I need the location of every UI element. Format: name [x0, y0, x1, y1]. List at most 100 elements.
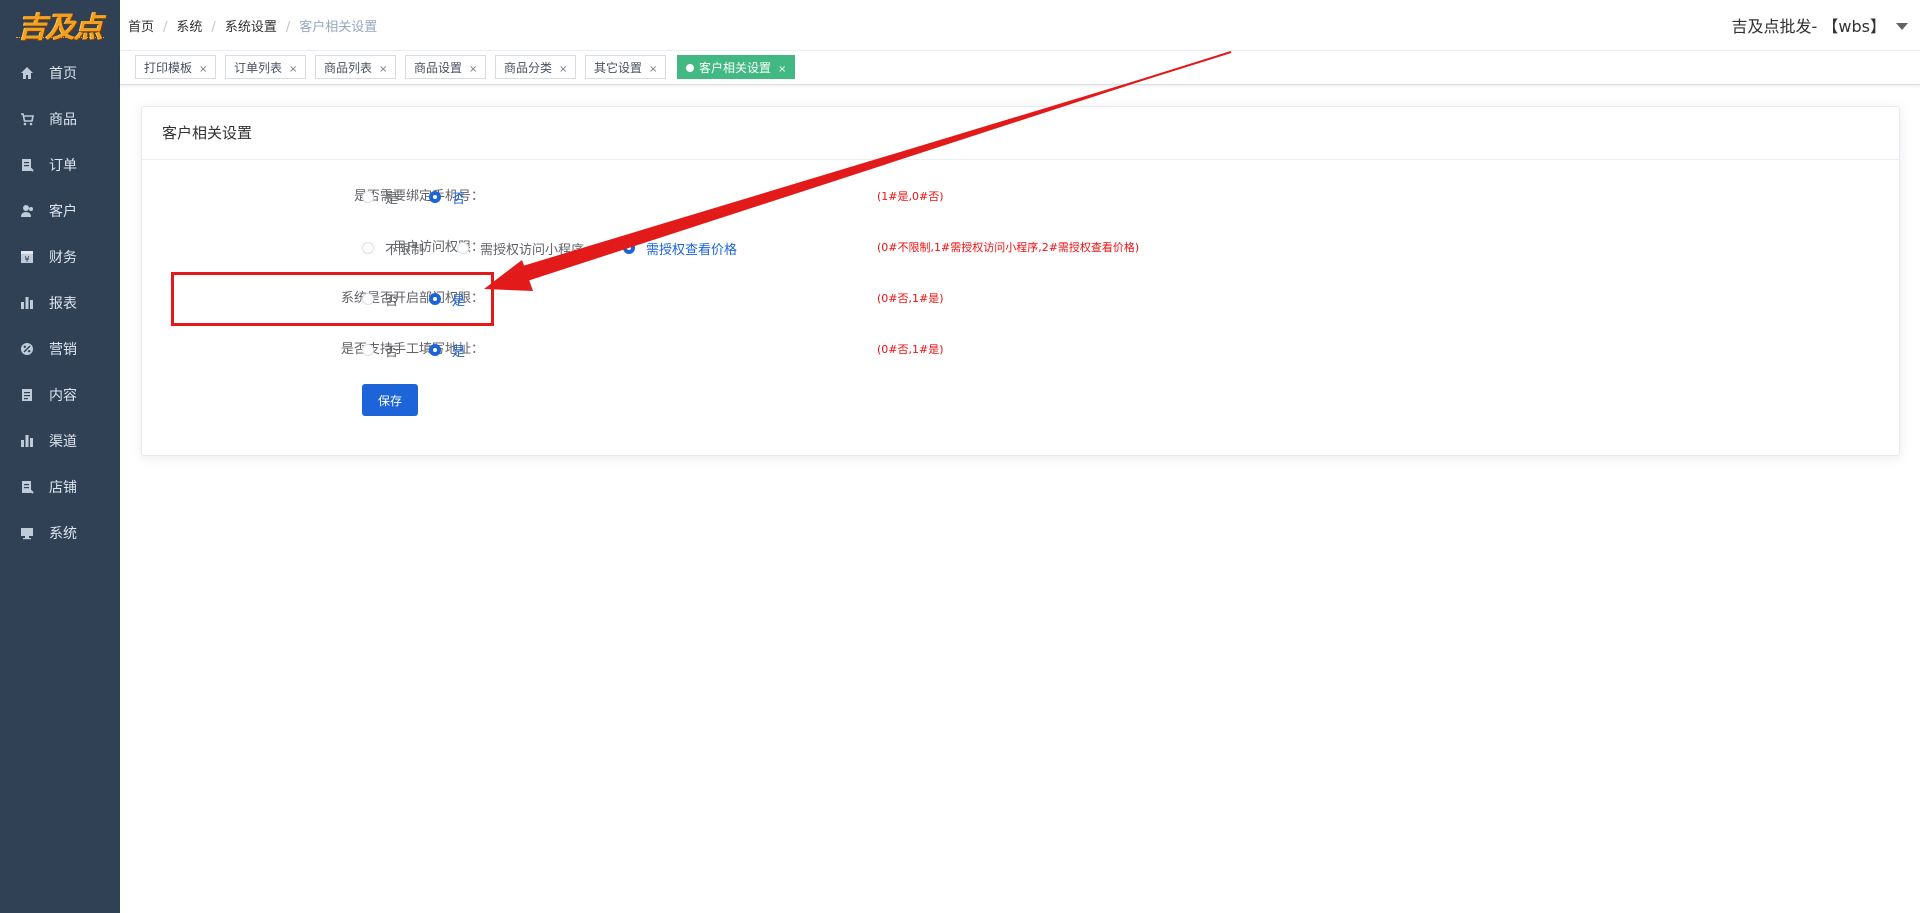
save-button[interactable]: 保存	[362, 384, 418, 416]
radio-circle	[362, 293, 374, 305]
breadcrumb-separator: /	[163, 20, 168, 35]
tags-view: 打印模板 × 订单列表 × 商品列表 × 商品设置 × 商品分类 × 其它设置 × 客户相关…	[120, 51, 1920, 85]
close-icon[interactable]: ×	[379, 64, 387, 75]
radio-label: 是	[452, 293, 466, 309]
breadcrumb-separator: /	[285, 20, 291, 35]
tag-goods-settings[interactable]: 商品设置 ×	[405, 55, 487, 79]
form-row-department-permission: 系统是否开启部门权限： 否 是 (0#否,1#是)	[142, 289, 1899, 309]
radio-manual-address-no[interactable]: 否	[362, 340, 398, 360]
tag-other-settings[interactable]: 其它设置 ×	[585, 55, 667, 79]
chevron-down-icon[interactable]	[1896, 23, 1908, 30]
radio-access-miniprogram[interactable]: 需授权访问小程序	[457, 238, 584, 258]
hint-text: (0#否,1#是)	[877, 292, 944, 305]
sidebar-item-goods[interactable]: 商品	[0, 96, 120, 142]
sidebar-item-system[interactable]: 系统	[0, 510, 120, 556]
radio-circle	[429, 191, 441, 203]
form-row-access-permission: 用户访问权限： 不限制 需授权访问小程序 需授权查看价格 (0#不限制,1#需授…	[142, 238, 1899, 258]
sidebar-item-label: 报表	[49, 296, 77, 312]
finance-icon: ¥	[20, 250, 34, 264]
sidebar-item-store[interactable]: 店铺	[0, 464, 120, 510]
sidebar-item-label: 首页	[49, 66, 77, 82]
breadcrumb-home[interactable]: 首页	[128, 20, 154, 35]
radio-label: 需授权访问小程序	[480, 242, 585, 258]
close-icon[interactable]: ×	[199, 64, 207, 75]
radio-label: 否	[385, 344, 399, 360]
radio-circle	[362, 344, 374, 356]
sidebar-item-label: 渠道	[49, 434, 77, 450]
system-icon	[20, 526, 34, 540]
radio-department-no[interactable]: 否	[362, 289, 398, 309]
cart-icon	[20, 112, 34, 126]
logo-underline	[16, 37, 104, 40]
close-icon[interactable]: ×	[559, 64, 567, 75]
sidebar-item-label: 财务	[49, 250, 77, 266]
radio-manual-address-yes[interactable]: 是	[429, 340, 465, 360]
logo[interactable]: 吉及点	[0, 0, 120, 50]
radio-access-unlimited[interactable]: 不限制	[362, 238, 424, 258]
radio-circle	[429, 293, 441, 305]
tag-order-list[interactable]: 订单列表 ×	[225, 55, 307, 79]
marketing-icon	[20, 342, 34, 356]
sidebar-item-label: 客户	[49, 204, 77, 220]
tag-label: 商品分类	[504, 61, 553, 75]
tag-label: 打印模板	[144, 61, 193, 75]
radio-circle	[362, 242, 374, 254]
tag-goods-list[interactable]: 商品列表 ×	[315, 55, 397, 79]
sidebar-item-customers[interactable]: 客户	[0, 188, 120, 234]
tag-goods-category[interactable]: 商品分类 ×	[495, 55, 577, 79]
active-dot-icon	[686, 64, 694, 72]
form-row-manual-address: 是否支持手工填写地址： 否 是 (0#否,1#是)	[142, 340, 1899, 360]
radio-bind-phone-yes[interactable]: 是	[362, 187, 398, 207]
radio-circle	[362, 191, 374, 203]
report-icon	[20, 296, 34, 310]
sidebar-item-label: 订单	[49, 158, 77, 174]
radio-department-yes[interactable]: 是	[429, 289, 465, 309]
sidebar-item-label: 商品	[49, 112, 77, 128]
tag-print-template[interactable]: 打印模板 ×	[135, 55, 217, 79]
sidebar-item-orders[interactable]: 订单	[0, 142, 120, 188]
sidebar-item-reports[interactable]: 报表	[0, 280, 120, 326]
settings-card: 客户相关设置 是否需要绑定手机号： 是 否 (1#是,0#否) 用户访问权限： …	[141, 106, 1900, 456]
sidebar: 吉及点 首页 商品 订单 客户 ¥ 财务 报表 营销 内容 渠道 店铺 系统	[0, 0, 120, 913]
close-icon[interactable]: ×	[778, 64, 786, 75]
hint-text: (0#否,1#是)	[877, 343, 944, 356]
store-icon	[20, 480, 34, 494]
order-icon	[20, 158, 34, 172]
radio-label: 需授权查看价格	[646, 242, 738, 258]
radio-bind-phone-no[interactable]: 否	[429, 187, 465, 207]
home-icon	[20, 66, 34, 80]
breadcrumb-current: 客户相关设置	[299, 20, 378, 35]
hint-text: (0#不限制,1#需授权访问小程序,2#需授权查看价格)	[877, 241, 1140, 254]
radio-label: 是	[452, 344, 466, 360]
radio-label: 否	[452, 191, 466, 207]
sidebar-item-home[interactable]: 首页	[0, 50, 120, 96]
radio-circle	[429, 344, 441, 356]
user-menu[interactable]: 吉及点批发- 【wbs】	[1732, 13, 1886, 37]
sidebar-item-channels[interactable]: 渠道	[0, 418, 120, 464]
close-icon[interactable]: ×	[289, 64, 297, 75]
sidebar-menu: 首页 商品 订单 客户 ¥ 财务 报表 营销 内容 渠道 店铺 系统	[0, 50, 120, 556]
radio-circle	[457, 242, 469, 254]
tag-label: 订单列表	[234, 61, 283, 75]
form-row-bind-phone: 是否需要绑定手机号： 是 否 (1#是,0#否)	[142, 187, 1899, 207]
breadcrumb-system-settings[interactable]: 系统设置	[225, 20, 277, 35]
breadcrumb: 首页 / 系统 / 系统设置 / 客户相关设置	[128, 16, 377, 35]
close-icon[interactable]: ×	[649, 64, 657, 75]
sidebar-item-finance[interactable]: ¥ 财务	[0, 234, 120, 280]
tag-label: 其它设置	[594, 61, 643, 75]
sidebar-item-label: 内容	[49, 388, 77, 404]
radio-circle	[623, 242, 635, 254]
tag-customer-settings[interactable]: 客户相关设置 ×	[677, 55, 796, 79]
radio-access-price[interactable]: 需授权查看价格	[623, 238, 737, 258]
top-header: 首页 / 系统 / 系统设置 / 客户相关设置 吉及点批发- 【wbs】	[120, 0, 1920, 51]
card-title: 客户相关设置	[142, 107, 1899, 160]
content-icon	[20, 388, 34, 402]
hint-text: (1#是,0#否)	[877, 190, 944, 203]
radio-label: 不限制	[385, 242, 425, 258]
customer-icon	[20, 204, 34, 218]
close-icon[interactable]: ×	[469, 64, 477, 75]
sidebar-item-marketing[interactable]: 营销	[0, 326, 120, 372]
sidebar-item-content[interactable]: 内容	[0, 372, 120, 418]
breadcrumb-system[interactable]: 系统	[176, 20, 202, 35]
tag-label: 商品列表	[324, 61, 373, 75]
